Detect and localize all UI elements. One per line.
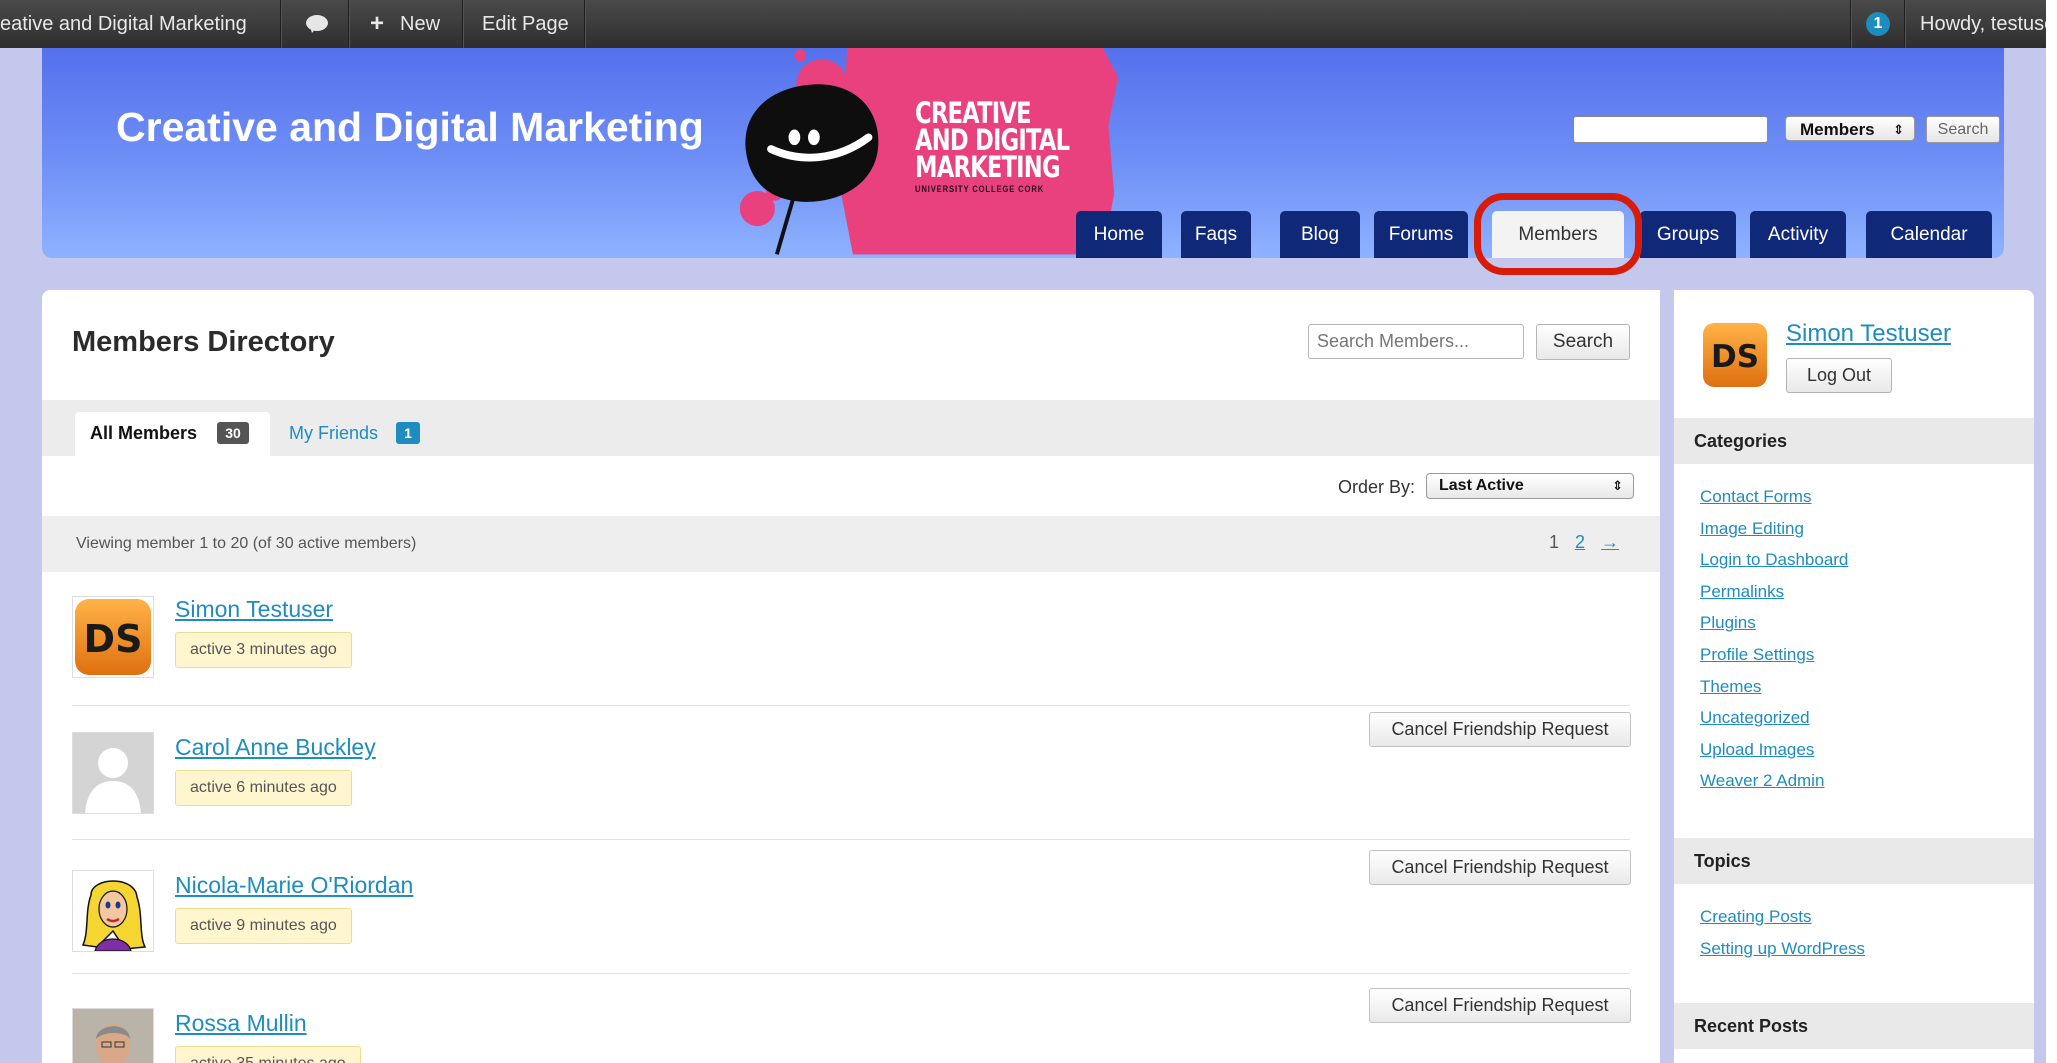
category-link[interactable]: Permalinks <box>1700 576 1848 608</box>
page-link-2[interactable]: 2 <box>1575 532 1585 552</box>
topics-list: Creating Posts Setting up WordPress <box>1700 901 1865 964</box>
categories-heading: Categories <box>1674 418 2034 464</box>
category-link[interactable]: Contact Forms <box>1700 481 1848 513</box>
avatar[interactable] <box>72 1008 154 1063</box>
member-row: Carol Anne Buckley active 6 minutes ago … <box>42 706 1660 840</box>
browser-viewport: eative and Digital Marketing + New Edit … <box>0 0 2046 1063</box>
pagination-count: Viewing member 1 to 20 (of 30 active mem… <box>76 535 417 552</box>
sidebar: DS Simon Testuser Log Out Categories Con… <box>1674 290 2034 1063</box>
member-activity-badge: active 3 minutes ago <box>175 632 352 668</box>
logo-subtitle: UNIVERSITY COLLEGE CORK <box>915 184 1045 194</box>
photo-avatar-image <box>73 1009 153 1063</box>
member-name-link[interactable]: Carol Anne Buckley <box>175 734 376 761</box>
admin-bar: eative and Digital Marketing + New Edit … <box>0 0 2046 48</box>
member-row: Rossa Mullin active 35 minutes ago Cance… <box>42 974 1660 1063</box>
member-row: DS Simon Testuser active 3 minutes ago <box>42 572 1660 706</box>
member-name-link[interactable]: Simon Testuser <box>175 596 333 623</box>
account-menu[interactable]: Howdy, testuse <box>1920 0 2046 48</box>
avatar[interactable] <box>72 732 154 814</box>
edit-page-link[interactable]: Edit Page <box>482 0 569 48</box>
page-title: Members Directory <box>72 326 335 358</box>
category-link[interactable]: Upload Images <box>1700 734 1848 766</box>
member-activity-badge: active 9 minutes ago <box>175 908 352 944</box>
comments-icon[interactable] <box>306 15 328 33</box>
default-avatar-image <box>73 733 153 813</box>
nav-tab-home[interactable]: Home <box>1076 211 1162 258</box>
tab-my-friends[interactable]: My Friends <box>289 423 378 444</box>
nav-tab-forums[interactable]: Forums <box>1374 211 1468 258</box>
header-search-input[interactable] <box>1573 116 1768 143</box>
highlight-circle <box>1474 193 1642 275</box>
avatar[interactable] <box>72 870 154 952</box>
topic-link[interactable]: Creating Posts <box>1700 901 1865 933</box>
category-link[interactable]: Login to Dashboard <box>1700 544 1848 576</box>
member-activity-badge: active 35 minutes ago <box>175 1046 361 1063</box>
nav-tab-faqs[interactable]: Faqs <box>1181 211 1251 258</box>
svg-text:DS: DS <box>1711 339 1759 375</box>
pagination-bar: Viewing member 1 to 20 (of 30 active mem… <box>42 516 1660 572</box>
admin-bar-divider <box>584 0 585 48</box>
select-arrows-icon: ⇕ <box>1893 122 1904 137</box>
directory-tabs: All Members 30 My Friends 1 <box>42 400 1660 456</box>
window-edge <box>2046 0 2057 1063</box>
svg-text:DS: DS <box>84 617 143 661</box>
sidebar-avatar[interactable]: DS <box>1702 322 1768 388</box>
select-arrows-icon: ⇕ <box>1612 478 1623 493</box>
cancel-friendship-button[interactable]: Cancel Friendship Request <box>1369 988 1631 1023</box>
recent-posts-heading: Recent Posts <box>1674 1003 2034 1049</box>
categories-list: Contact Forms Image Editing Login to Das… <box>1700 481 1848 797</box>
logout-button[interactable]: Log Out <box>1786 358 1892 393</box>
new-content-link[interactable]: New <box>400 0 440 48</box>
order-by-label: Order By: <box>1338 477 1416 497</box>
search-scope-select[interactable]: Members ⇕ <box>1785 116 1915 141</box>
cartoon-avatar-image <box>73 871 153 952</box>
category-link[interactable]: Uncategorized <box>1700 702 1848 734</box>
order-by-select[interactable]: Last Active ⇕ <box>1426 473 1634 499</box>
category-link[interactable]: Image Editing <box>1700 513 1848 545</box>
nav-tab-blog[interactable]: Blog <box>1280 211 1360 258</box>
category-link[interactable]: Weaver 2 Admin <box>1700 765 1848 797</box>
cancel-friendship-button[interactable]: Cancel Friendship Request <box>1369 850 1631 885</box>
tab-all-members[interactable]: All Members 30 <box>75 412 270 456</box>
avatar[interactable]: DS <box>72 596 154 678</box>
member-name-link[interactable]: Nicola-Marie O'Riordan <box>175 872 413 899</box>
all-members-count-badge: 30 <box>217 422 249 444</box>
nav-tab-activity[interactable]: Activity <box>1750 211 1846 258</box>
next-page-arrow-icon[interactable]: → <box>1601 532 1619 552</box>
sidebar-user-name[interactable]: Simon Testuser <box>1786 320 1951 348</box>
plus-icon: + <box>370 10 385 37</box>
cancel-friendship-button[interactable]: Cancel Friendship Request <box>1369 712 1631 747</box>
members-directory-panel: Members Directory Search All Members 30 … <box>42 290 1660 1063</box>
category-link[interactable]: Themes <box>1700 671 1848 703</box>
site-title[interactable]: Creative and Digital Marketing <box>116 104 704 151</box>
category-link[interactable]: Profile Settings <box>1700 639 1848 671</box>
page-current: 1 <box>1549 532 1560 552</box>
admin-bar-divider <box>1904 0 1905 48</box>
member-name-link[interactable]: Rossa Mullin <box>175 1010 307 1037</box>
logo-line: MARKETING <box>915 150 1061 184</box>
nav-tab-groups[interactable]: Groups <box>1640 211 1736 258</box>
member-activity-badge: active 6 minutes ago <box>175 770 352 806</box>
topic-link[interactable]: Setting up WordPress <box>1700 933 1865 965</box>
member-row: Nicola-Marie O'Riordan active 9 minutes … <box>42 840 1660 974</box>
admin-bar-site-name[interactable]: eative and Digital Marketing <box>0 0 247 48</box>
admin-bar-divider <box>280 0 281 48</box>
nav-tab-calendar[interactable]: Calendar <box>1866 211 1992 258</box>
topics-heading: Topics <box>1674 838 2034 884</box>
admin-bar-divider <box>1850 0 1851 48</box>
tab-all-members-label: All Members <box>90 423 198 443</box>
category-link[interactable]: Plugins <box>1700 607 1848 639</box>
ds-avatar-image: DS <box>75 599 151 675</box>
order-by-value: Last Active <box>1439 477 1524 494</box>
search-scope-value: Members <box>1800 120 1875 139</box>
header-search-button[interactable]: Search <box>1926 116 2000 143</box>
notification-badge[interactable]: 1 <box>1866 12 1890 36</box>
friends-count-badge: 1 <box>396 422 420 444</box>
members-search-input[interactable] <box>1308 324 1524 359</box>
members-search-button[interactable]: Search <box>1536 324 1630 360</box>
admin-bar-divider <box>462 0 463 48</box>
pagination-links: 1 2 → <box>1549 532 1619 553</box>
logo-wordmark: CREATIVE AND DIGITAL MARKETING <box>915 99 1070 184</box>
admin-bar-divider <box>348 0 349 48</box>
